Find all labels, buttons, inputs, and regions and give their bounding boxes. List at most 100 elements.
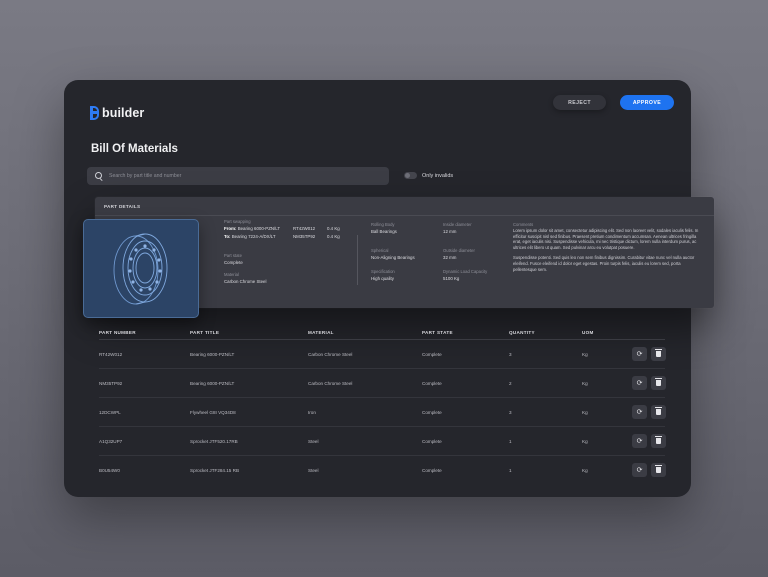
approve-button[interactable]: APPROVE — [620, 95, 674, 110]
swap-to: To: Bearing 7224-A/DX/LT — [224, 234, 276, 239]
search-input[interactable] — [109, 173, 389, 179]
column-header-material[interactable]: MATERIAL — [308, 330, 422, 335]
delete-part-button[interactable] — [651, 463, 666, 477]
table-header: PART NUMBER PART TITLE MATERIAL PART STA… — [99, 326, 665, 340]
swap-from: From: Bearing 6000-PZN/LT — [224, 226, 280, 231]
comment-paragraph: Lorem ipsum dolor sit amet, consectetur … — [513, 228, 699, 250]
cell-material: Carbon Chrome Steel — [308, 380, 353, 386]
part-details-header: PART DETAILS — [95, 197, 714, 216]
cell-part-number: 12DCWPL — [99, 409, 121, 415]
cell-part-number: RT42W012 — [99, 351, 123, 357]
column-header-part-state[interactable]: PART STATE — [422, 330, 509, 335]
material-label: Material — [224, 272, 239, 277]
table-row[interactable]: 12DCWPL Flywheel G8I VQ34D8 Iron Complet… — [99, 398, 666, 427]
sync-icon: ⟳ — [636, 408, 643, 416]
spherical-value: Non-Aligning Bearings — [371, 255, 415, 260]
inside-diameter-value: 12 mm — [443, 229, 457, 234]
cell-part-state: Complete — [422, 468, 442, 473]
rolling-body-value: Ball Bearings — [371, 229, 397, 234]
only-invalids-label: Only invalids — [422, 172, 454, 179]
parts-table: PART NUMBER PART TITLE MATERIAL PART STA… — [99, 326, 666, 485]
cell-uom: Kg — [582, 438, 588, 444]
spherical-label: Spherical — [371, 248, 389, 253]
trash-icon — [655, 407, 662, 415]
table-row[interactable]: B0U54W0 Sprocket JTF284.15 RB Steel Comp… — [99, 456, 666, 485]
cell-part-title: Sprocket JTF520.17RB — [190, 438, 238, 444]
column-header-part-title[interactable]: PART TITLE — [190, 330, 308, 335]
swap-from-prefix: From: — [224, 226, 237, 231]
part-state-label: Part state — [224, 253, 242, 258]
swap-part-button[interactable]: ⟳ — [632, 434, 647, 448]
swap-to-weight: 0.4 Kg — [327, 234, 340, 239]
column-header-quantity[interactable]: QUANTITY — [509, 330, 582, 335]
cell-quantity: 3 — [509, 351, 512, 357]
page-title: Bill Of Materials — [91, 143, 178, 155]
swap-to-title: Bearing 7224-A/DX/LT — [231, 234, 276, 239]
cell-uom: Kg — [582, 380, 588, 386]
swap-part-button[interactable]: ⟳ — [632, 376, 647, 390]
material-value: Carbon Chrome Steel — [224, 279, 267, 284]
delete-part-button[interactable] — [651, 376, 666, 390]
sync-icon: ⟳ — [636, 350, 643, 358]
trash-icon — [655, 378, 662, 386]
specification-label: Specification — [371, 269, 395, 274]
trash-icon — [655, 436, 662, 444]
table-row[interactable]: NM35TP92 Bearing 6000-PZN/LT Carbon Chro… — [99, 369, 666, 398]
inside-diameter-label: Inside diameter — [443, 222, 472, 227]
swap-from-title: Bearing 6000-PZN/LT — [237, 226, 281, 231]
swap-part-button[interactable]: ⟳ — [632, 347, 647, 361]
sync-icon: ⟳ — [636, 379, 643, 387]
swap-part-button[interactable]: ⟳ — [632, 463, 647, 477]
trash-icon — [655, 465, 662, 473]
reject-button[interactable]: REJECT — [553, 95, 606, 110]
cell-part-title: Flywheel G8I VQ34D8 — [190, 409, 236, 415]
swap-from-weight: 0.4 Kg — [327, 226, 340, 231]
cell-material: Steel — [308, 438, 319, 444]
cell-uom: Kg — [582, 409, 588, 415]
bearing-icon — [113, 233, 168, 305]
swap-part-button[interactable]: ⟳ — [632, 405, 647, 419]
details-divider — [357, 235, 358, 285]
column-header-uom[interactable]: UOM — [582, 330, 628, 335]
cell-part-title: Sprocket JTF284.15 RB — [190, 468, 240, 473]
cell-part-state: Complete — [422, 351, 442, 357]
logo: builder — [90, 106, 144, 120]
swap-to-prefix: To: — [224, 234, 231, 239]
logo-text: builder — [102, 106, 145, 120]
trash-icon — [655, 349, 662, 357]
rolling-body-label: Rolling Body — [371, 222, 395, 227]
cell-part-number: A1Q32UP7 — [99, 438, 123, 444]
part-thumbnail — [83, 219, 199, 318]
part-details-panel: PART DETAILS Part swapping From: Bearing — [83, 197, 714, 318]
cell-part-title: Bearing 6000-PZN/LT — [190, 351, 235, 357]
cell-material: Carbon Chrome Steel — [308, 351, 353, 357]
cell-part-number: NM35TP92 — [99, 380, 123, 386]
cell-quantity: 1 — [509, 438, 512, 444]
sync-icon: ⟳ — [636, 466, 643, 474]
cell-part-title: Bearing 6000-PZN/LT — [190, 380, 235, 386]
search-bar[interactable] — [87, 167, 389, 185]
comment-paragraph: Suspendisse potenti. Sed quis leo non se… — [513, 255, 695, 272]
outside-diameter-label: Outside diameter — [443, 248, 475, 253]
outside-diameter-value: 32 mm — [443, 255, 457, 260]
cell-uom: Kg — [582, 468, 588, 473]
swap-to-number: NM35TP92 — [293, 234, 316, 239]
table-row[interactable]: RT42W012 Bearing 6000-PZN/LT Carbon Chro… — [99, 340, 666, 369]
comments-label: Comments — [513, 222, 534, 227]
column-header-part-number[interactable]: PART NUMBER — [99, 330, 190, 335]
dynamic-load-value: 5100 Kg — [443, 276, 460, 281]
swap-from-number: RT42W012 — [293, 226, 316, 231]
only-invalids-filter[interactable]: Only invalids — [404, 172, 453, 179]
delete-part-button[interactable] — [651, 405, 666, 419]
only-invalids-toggle[interactable] — [404, 172, 417, 179]
cell-part-state: Complete — [422, 438, 442, 444]
specification-value: High quality — [371, 276, 394, 281]
table-row[interactable]: A1Q32UP7 Sprocket JTF520.17RB Steel Comp… — [99, 427, 666, 456]
sync-icon: ⟳ — [636, 437, 643, 445]
search-icon — [95, 172, 103, 180]
delete-part-button[interactable] — [651, 347, 666, 361]
delete-part-button[interactable] — [651, 434, 666, 448]
comments-text: Lorem ipsum dolor sit amet, consectetur … — [513, 228, 699, 277]
part-state-value: Complete — [224, 260, 243, 265]
cell-uom: Kg — [582, 351, 588, 357]
